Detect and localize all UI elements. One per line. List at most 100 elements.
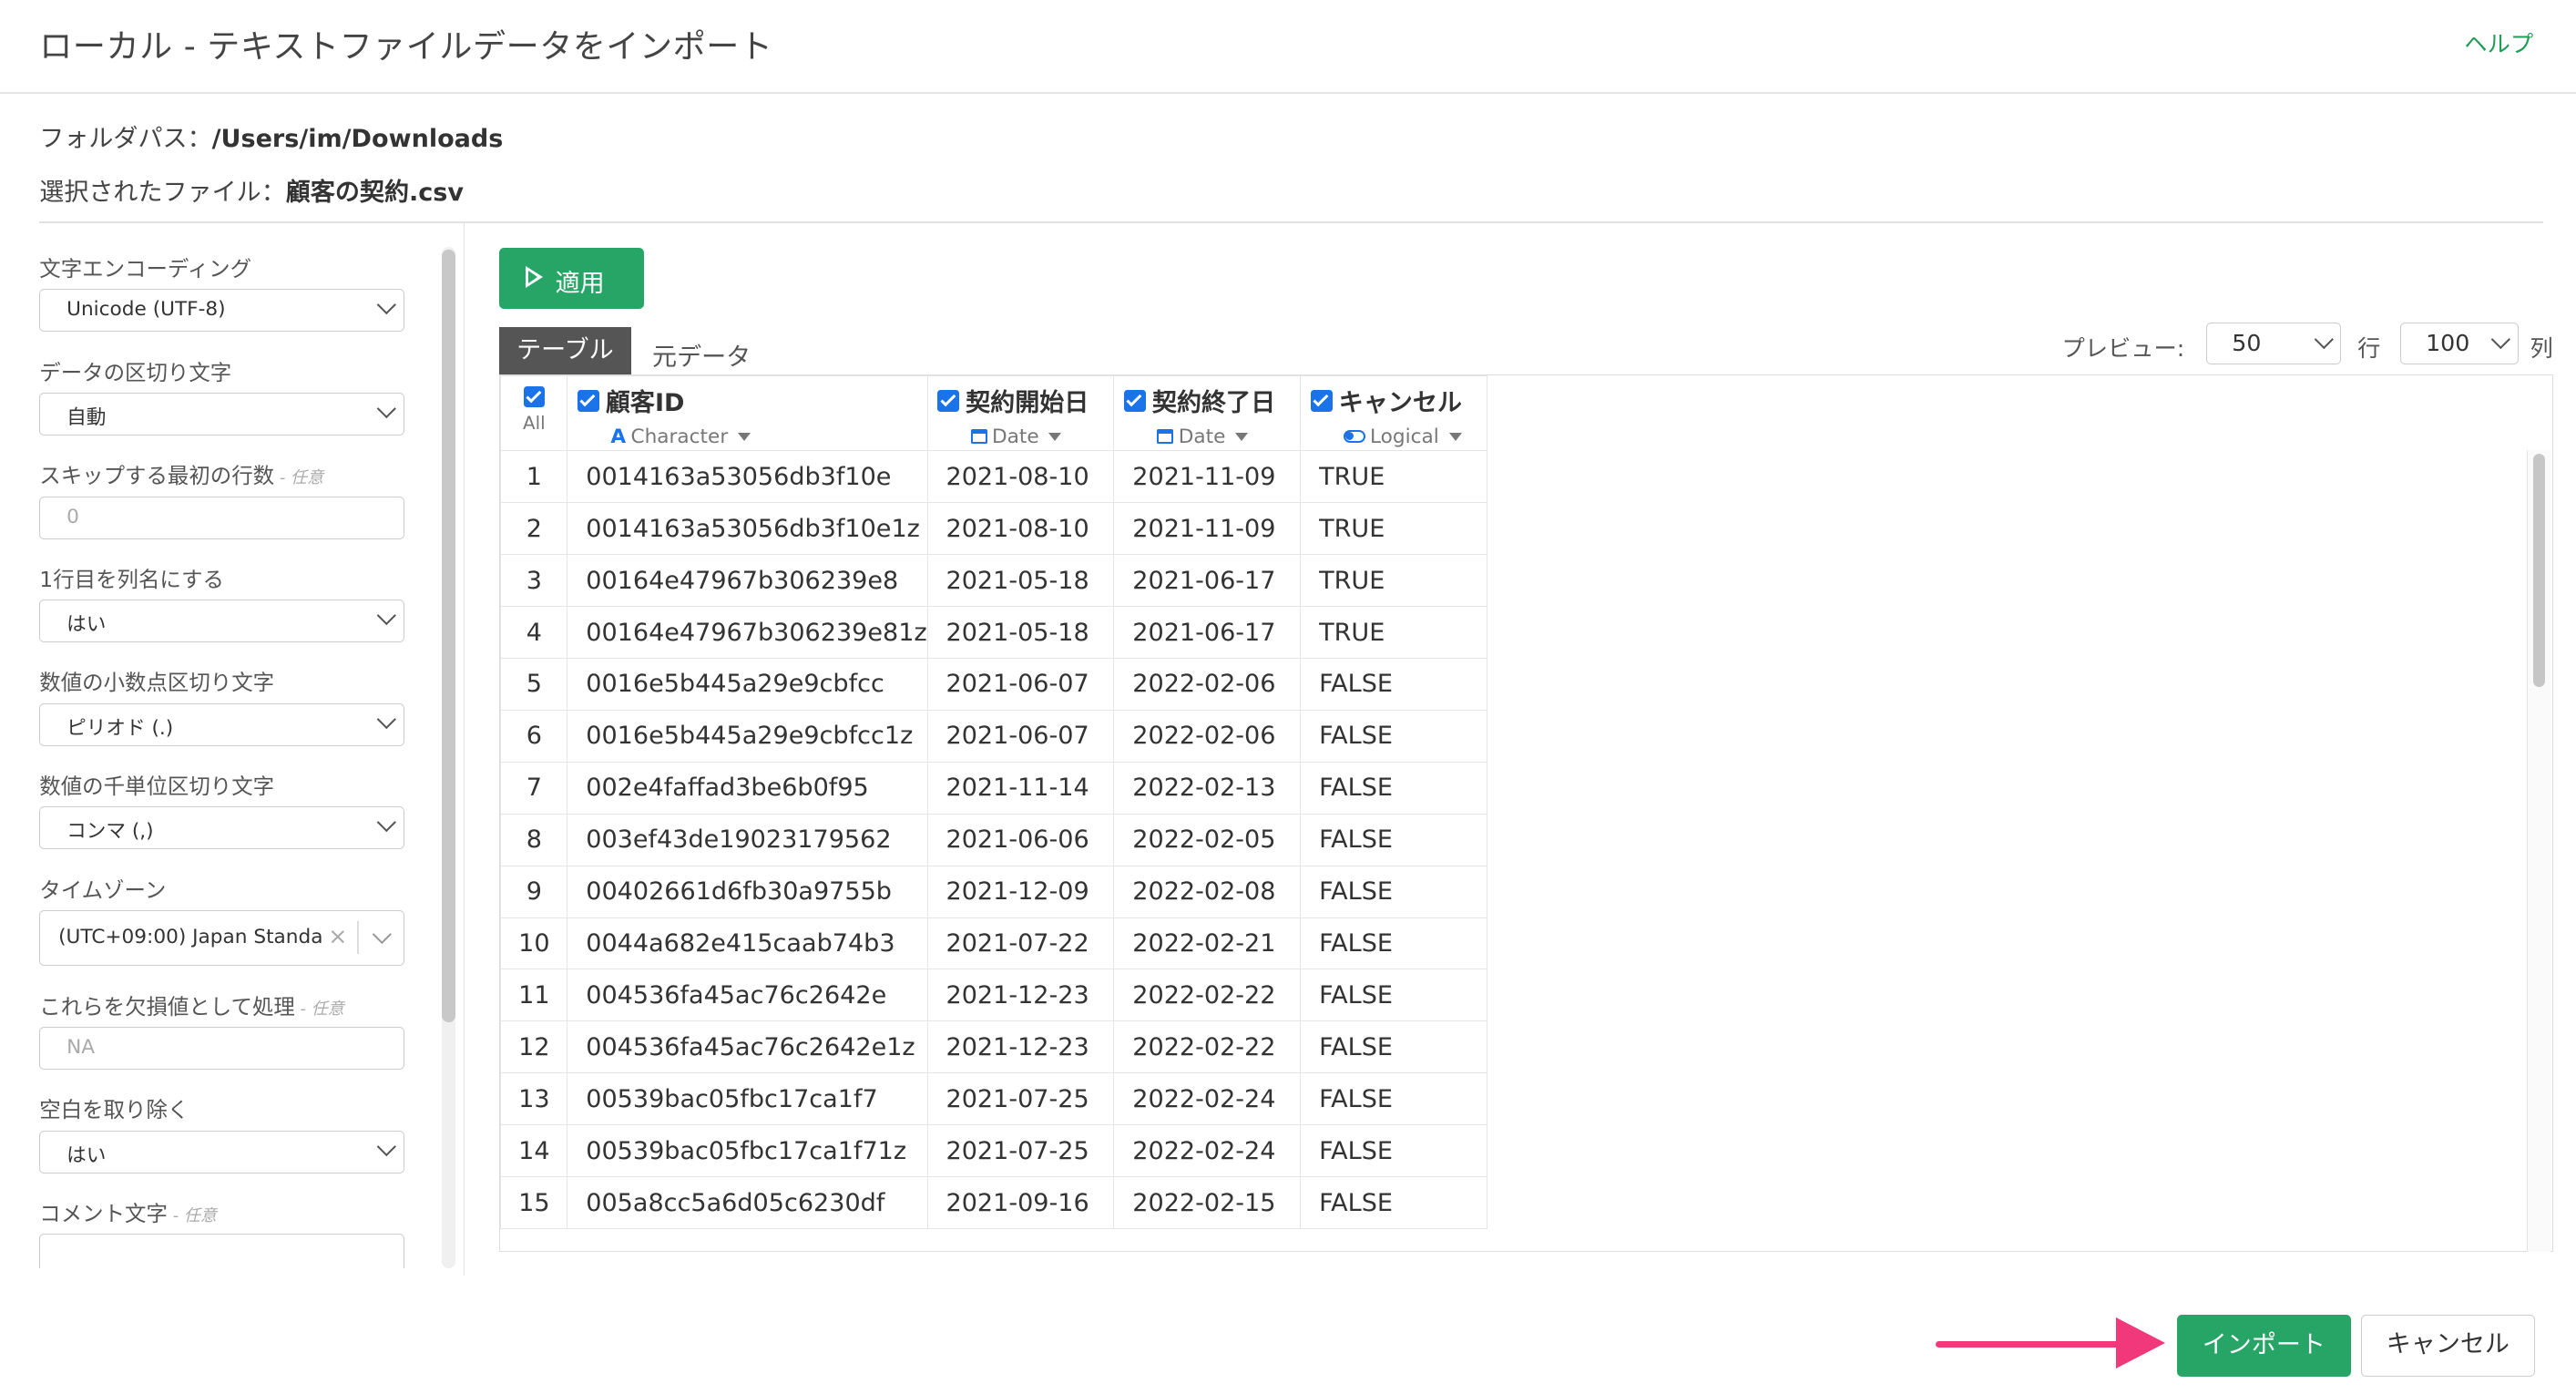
table-cell: 00539bac05fbc17ca1f7 bbox=[567, 1072, 928, 1126]
skip-rows-label-text: スキップする最初の行数 bbox=[39, 463, 275, 489]
trim-whitespace-label: 空白を取り除く bbox=[39, 1097, 189, 1123]
comment-char-input[interactable] bbox=[39, 1234, 404, 1269]
caret-down-icon[interactable] bbox=[738, 432, 751, 441]
header-row-label: 1行目を列名にする bbox=[39, 566, 224, 592]
data-preview-grid: All 顧客ID A Character 契約開始日 Date 契約終了日 Dat… bbox=[499, 374, 2553, 1253]
skip-rows-label: スキップする最初の行数 - 任意 bbox=[39, 458, 411, 489]
table-row: 12 004536fa45ac76c2642e1z 2021-12-23 2022-0… bbox=[500, 1020, 1488, 1074]
encoding-label: 文字エンコーディング bbox=[39, 255, 252, 282]
table-cell: 003ef43de19023179562 bbox=[567, 813, 928, 866]
row-number: 5 bbox=[500, 658, 568, 711]
row-filler bbox=[1487, 710, 1488, 762]
caret-down-icon[interactable] bbox=[1448, 432, 1462, 441]
select-all-checkbox[interactable] bbox=[523, 386, 546, 408]
row-number: 15 bbox=[500, 1176, 568, 1229]
table-body: 1 0014163a53056db3f10e 2021-08-10 2021-11-0… bbox=[500, 450, 1488, 1229]
trim-whitespace-select[interactable]: はい bbox=[39, 1130, 404, 1174]
row-filler bbox=[1487, 969, 1488, 1021]
table-cell: 2021-06-17 bbox=[1113, 606, 1302, 659]
row-filler bbox=[1487, 659, 1488, 711]
caret-down-icon[interactable] bbox=[1048, 432, 1062, 441]
row-filler bbox=[1487, 451, 1488, 503]
calendar-icon bbox=[970, 429, 987, 445]
arrow-annotation bbox=[1935, 1340, 2130, 1348]
table-cell: 2021-11-09 bbox=[1113, 450, 1302, 504]
tab-raw-data[interactable]: 元データ bbox=[652, 337, 751, 373]
table-row: 9 00402661d6fb30a9755b 2021-12-09 2022-02-0… bbox=[500, 865, 1488, 918]
column-name: 契約終了日 bbox=[1151, 389, 1276, 418]
header-row: All 顧客ID A Character 契約開始日 Date 契約終了日 Dat… bbox=[500, 375, 1488, 452]
apply-label: 適用 bbox=[555, 269, 605, 298]
column-header-cancel[interactable]: キャンセル Logical bbox=[1300, 375, 1488, 452]
row-number: 13 bbox=[500, 1072, 568, 1126]
table-cell: 2022-02-06 bbox=[1113, 709, 1302, 763]
table-cell: FALSE bbox=[1300, 813, 1488, 866]
table-row: 14 00539bac05fbc17ca1f71z 2021-07-25 2022-0… bbox=[500, 1124, 1488, 1178]
column-checkbox[interactable] bbox=[937, 390, 959, 412]
column-name: キャンセル bbox=[1338, 389, 1462, 418]
chevron-down-icon bbox=[377, 399, 396, 418]
table-cell: FALSE bbox=[1300, 969, 1488, 1022]
row-filler bbox=[1487, 1073, 1488, 1125]
sidebar-scrollbar-thumb[interactable] bbox=[442, 250, 455, 1022]
header-row-select[interactable]: はい bbox=[39, 600, 404, 643]
row-filler bbox=[1487, 917, 1488, 969]
all-label: All bbox=[523, 412, 546, 434]
table-cell: 2021-06-07 bbox=[926, 709, 1115, 763]
table-cell: FALSE bbox=[1300, 1124, 1488, 1178]
clear-icon[interactable]: × bbox=[328, 923, 347, 949]
column-header-start-date[interactable]: 契約開始日 Date bbox=[926, 375, 1115, 452]
help-link[interactable]: ヘルプ bbox=[2464, 26, 2533, 59]
thousands-separator-select[interactable]: コンマ (,) bbox=[39, 806, 404, 850]
select-all-cell[interactable]: All bbox=[500, 375, 568, 452]
table-cell: 2022-02-21 bbox=[1113, 917, 1302, 970]
grid-scrollbar-thumb[interactable] bbox=[2533, 453, 2545, 687]
optional-tag: - 任意 bbox=[294, 999, 344, 1019]
table-cell: 2021-05-18 bbox=[926, 606, 1115, 659]
chevron-down-icon bbox=[372, 925, 392, 944]
tab-table[interactable]: テーブル bbox=[499, 326, 631, 375]
table-cell: 2022-02-06 bbox=[1113, 658, 1302, 711]
apply-button[interactable]: 適用 bbox=[499, 248, 644, 310]
table-cell: TRUE bbox=[1300, 450, 1488, 504]
table-row: 1 0014163a53056db3f10e 2021-08-10 2021-11-0… bbox=[500, 450, 1488, 504]
column-type: Date bbox=[991, 425, 1039, 448]
table-cell: 2021-06-06 bbox=[926, 813, 1115, 866]
header-row-value: はい bbox=[66, 613, 107, 637]
table-cell: 0014163a53056db3f10e1z bbox=[567, 502, 928, 556]
column-header-customer-id[interactable]: 顧客ID A Character bbox=[567, 375, 928, 452]
column-checkbox[interactable] bbox=[1124, 390, 1146, 412]
column-checkbox[interactable] bbox=[1311, 390, 1333, 412]
column-checkbox[interactable] bbox=[578, 390, 599, 412]
optional-tag: - 任意 bbox=[274, 468, 324, 488]
folder-path: フォルダパス：/Users/im/Downloads bbox=[39, 118, 503, 154]
play-icon bbox=[526, 266, 543, 289]
table-row: 11 004536fa45ac76c2642e 2021-12-23 2022-02-… bbox=[500, 969, 1488, 1022]
table-cell: FALSE bbox=[1300, 1072, 1488, 1126]
decimal-separator-select[interactable]: ピリオド (.) bbox=[39, 702, 404, 746]
table-row: 13 00539bac05fbc17ca1f7 2021-07-25 2022-02-… bbox=[500, 1072, 1488, 1126]
table-row: 2 0014163a53056db3f10e1z 2021-08-10 2021-11… bbox=[500, 502, 1488, 556]
row-number: 2 bbox=[500, 502, 568, 556]
na-values-input[interactable]: NA bbox=[39, 1027, 404, 1070]
preview-rows-select[interactable]: 50 bbox=[2206, 322, 2342, 365]
delimiter-select[interactable]: 自動 bbox=[39, 393, 404, 436]
decimal-separator-label: 数値の小数点区切り文字 bbox=[39, 670, 275, 696]
row-number: 6 bbox=[500, 709, 568, 763]
timezone-select[interactable]: (UTC+09:00) Japan Standa × bbox=[39, 910, 404, 967]
chevron-down-icon bbox=[2491, 330, 2511, 349]
optional-tag: - 任意 bbox=[167, 1205, 217, 1225]
import-button[interactable]: インポート bbox=[2176, 1314, 2351, 1378]
encoding-select[interactable]: Unicode (UTF-8) bbox=[39, 289, 404, 333]
na-values-label-text: これらを欠損値として処理 bbox=[39, 993, 295, 1020]
preview-cols-select[interactable]: 100 bbox=[2400, 322, 2519, 365]
row-number: 14 bbox=[500, 1124, 568, 1178]
skip-rows-input[interactable]: 0 bbox=[39, 496, 404, 539]
arrow-head-icon bbox=[2116, 1317, 2165, 1369]
caret-down-icon[interactable] bbox=[1235, 432, 1249, 441]
cancel-button[interactable]: キャンセル bbox=[2360, 1314, 2535, 1378]
column-header-end-date[interactable]: 契約終了日 Date bbox=[1113, 375, 1302, 452]
row-number: 10 bbox=[500, 917, 568, 970]
timezone-value: (UTC+09:00) Japan Standa bbox=[58, 926, 323, 949]
table-row: 10 0044a682e415caab74b3 2021-07-22 2022-02-… bbox=[500, 917, 1488, 970]
